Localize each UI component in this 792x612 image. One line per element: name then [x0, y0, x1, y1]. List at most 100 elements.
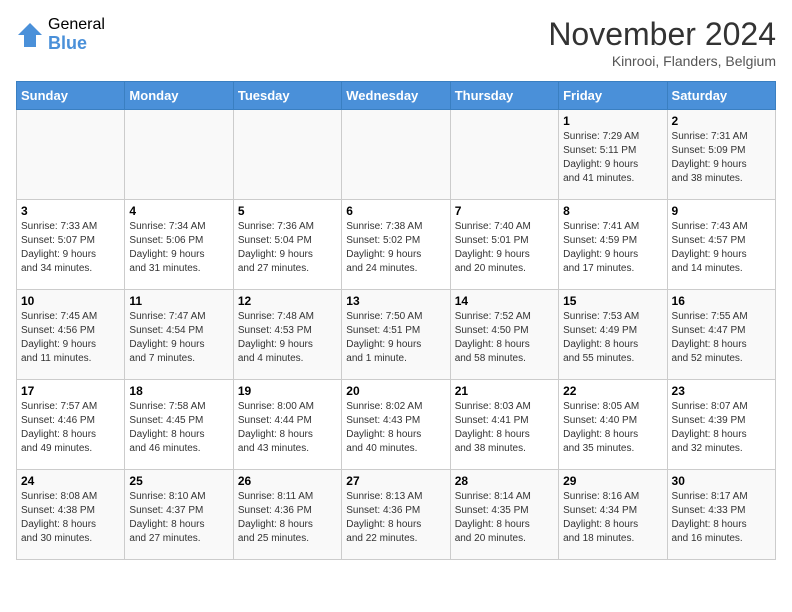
calendar-cell: 18Sunrise: 7:58 AM Sunset: 4:45 PM Dayli… [125, 380, 233, 470]
day-info: Sunrise: 7:48 AM Sunset: 4:53 PM Dayligh… [238, 310, 337, 366]
day-info: Sunrise: 8:16 AM Sunset: 4:34 PM Dayligh… [563, 490, 662, 546]
day-info: Sunrise: 7:43 AM Sunset: 4:57 PM Dayligh… [672, 220, 771, 276]
day-info: Sunrise: 8:02 AM Sunset: 4:43 PM Dayligh… [346, 400, 445, 456]
day-info: Sunrise: 7:45 AM Sunset: 4:56 PM Dayligh… [21, 310, 120, 366]
day-number: 7 [455, 204, 554, 218]
calendar-cell: 4 Sunrise: 7:34 AM Sunset: 5:06 PM Daylig… [125, 200, 233, 290]
calendar-cell: 17 Sunrise: 7:57 AM Sunset: 4:46 PM Dayli… [17, 380, 125, 470]
day-number: 12 [238, 294, 337, 308]
day-number: 23 [672, 384, 771, 398]
col-friday: Friday [559, 82, 667, 110]
logo-icon [16, 21, 44, 49]
col-thursday: Thursday [450, 82, 558, 110]
calendar-body: 1 Sunrise: 7:29 AM Sunset: 5:11 PM Daylig… [17, 110, 776, 560]
col-sunday: Sunday [17, 82, 125, 110]
calendar-cell: 29 Sunrise: 8:16 AM Sunset: 4:34 PM Dayli… [559, 470, 667, 560]
calendar-cell: 16Sunrise: 7:55 AM Sunset: 4:47 PM Dayli… [667, 290, 775, 380]
day-info: Sunrise: 7:29 AM Sunset: 5:11 PM Dayligh… [563, 130, 662, 186]
calendar-week-4: 24 Sunrise: 8:08 AM Sunset: 4:38 PM Dayli… [17, 470, 776, 560]
day-info: Sunrise: 7:41 AM Sunset: 4:59 PM Dayligh… [563, 220, 662, 276]
day-info: Sunrise: 8:05 AM Sunset: 4:40 PM Dayligh… [563, 400, 662, 456]
calendar-cell: 28 Sunrise: 8:14 AM Sunset: 4:35 PM Dayli… [450, 470, 558, 560]
day-info: Sunrise: 7:57 AM Sunset: 4:46 PM Dayligh… [21, 400, 120, 456]
day-number: 22 [563, 384, 662, 398]
day-number: 15 [563, 294, 662, 308]
calendar-week-0: 1 Sunrise: 7:29 AM Sunset: 5:11 PM Daylig… [17, 110, 776, 200]
calendar-cell: 1 Sunrise: 7:29 AM Sunset: 5:11 PM Daylig… [559, 110, 667, 200]
day-number: 25 [129, 474, 228, 488]
col-wednesday: Wednesday [342, 82, 450, 110]
day-info: Sunrise: 8:13 AM Sunset: 4:36 PM Dayligh… [346, 490, 445, 546]
calendar-cell: 10 Sunrise: 7:45 AM Sunset: 4:56 PM Dayli… [17, 290, 125, 380]
calendar-cell: 6 Sunrise: 7:38 AM Sunset: 5:02 PM Daylig… [342, 200, 450, 290]
calendar-cell: 25Sunrise: 8:10 AM Sunset: 4:37 PM Dayli… [125, 470, 233, 560]
calendar-cell: 15 Sunrise: 7:53 AM Sunset: 4:49 PM Dayli… [559, 290, 667, 380]
calendar-cell: 22 Sunrise: 8:05 AM Sunset: 4:40 PM Dayli… [559, 380, 667, 470]
col-saturday: Saturday [667, 82, 775, 110]
col-tuesday: Tuesday [233, 82, 341, 110]
day-info: Sunrise: 7:55 AM Sunset: 4:47 PM Dayligh… [672, 310, 771, 366]
calendar-cell [450, 110, 558, 200]
day-info: Sunrise: 7:33 AM Sunset: 5:07 PM Dayligh… [21, 220, 120, 276]
calendar-cell: 12 Sunrise: 7:48 AM Sunset: 4:53 PM Dayli… [233, 290, 341, 380]
day-number: 4 [129, 204, 228, 218]
calendar-cell: 3 Sunrise: 7:33 AM Sunset: 5:07 PM Daylig… [17, 200, 125, 290]
calendar-cell: 30 Sunrise: 8:17 AM Sunset: 4:33 PM Dayli… [667, 470, 775, 560]
day-number: 9 [672, 204, 771, 218]
calendar-cell: 9 Sunrise: 7:43 AM Sunset: 4:57 PM Daylig… [667, 200, 775, 290]
month-title: November 2024 [548, 16, 776, 53]
calendar-cell [233, 110, 341, 200]
calendar-header: Sunday Monday Tuesday Wednesday Thursday… [17, 82, 776, 110]
day-info: Sunrise: 7:40 AM Sunset: 5:01 PM Dayligh… [455, 220, 554, 276]
day-number: 20 [346, 384, 445, 398]
logo-general: General [48, 16, 105, 34]
calendar-cell [125, 110, 233, 200]
day-info: Sunrise: 8:07 AM Sunset: 4:39 PM Dayligh… [672, 400, 771, 456]
logo-text: General Blue [48, 16, 105, 53]
calendar-cell [342, 110, 450, 200]
day-info: Sunrise: 7:47 AM Sunset: 4:54 PM Dayligh… [129, 310, 228, 366]
day-number: 10 [21, 294, 120, 308]
day-info: Sunrise: 7:53 AM Sunset: 4:49 PM Dayligh… [563, 310, 662, 366]
day-number: 24 [21, 474, 120, 488]
day-number: 13 [346, 294, 445, 308]
day-info: Sunrise: 8:14 AM Sunset: 4:35 PM Dayligh… [455, 490, 554, 546]
day-info: Sunrise: 7:36 AM Sunset: 5:04 PM Dayligh… [238, 220, 337, 276]
day-number: 29 [563, 474, 662, 488]
calendar-cell: 13 Sunrise: 7:50 AM Sunset: 4:51 PM Dayli… [342, 290, 450, 380]
calendar-cell [17, 110, 125, 200]
day-number: 14 [455, 294, 554, 308]
page-header: General Blue November 2024 Kinrooi, Flan… [16, 16, 776, 69]
day-info: Sunrise: 7:50 AM Sunset: 4:51 PM Dayligh… [346, 310, 445, 366]
calendar-cell: 11Sunrise: 7:47 AM Sunset: 4:54 PM Dayli… [125, 290, 233, 380]
day-number: 19 [238, 384, 337, 398]
day-info: Sunrise: 7:58 AM Sunset: 4:45 PM Dayligh… [129, 400, 228, 456]
day-number: 5 [238, 204, 337, 218]
day-info: Sunrise: 7:38 AM Sunset: 5:02 PM Dayligh… [346, 220, 445, 276]
col-monday: Monday [125, 82, 233, 110]
day-info: Sunrise: 8:17 AM Sunset: 4:33 PM Dayligh… [672, 490, 771, 546]
day-number: 30 [672, 474, 771, 488]
day-number: 28 [455, 474, 554, 488]
day-number: 27 [346, 474, 445, 488]
calendar-cell: 14Sunrise: 7:52 AM Sunset: 4:50 PM Dayli… [450, 290, 558, 380]
day-number: 21 [455, 384, 554, 398]
calendar-cell: 26Sunrise: 8:11 AM Sunset: 4:36 PM Dayli… [233, 470, 341, 560]
day-number: 2 [672, 114, 771, 128]
calendar-cell: 24 Sunrise: 8:08 AM Sunset: 4:38 PM Dayli… [17, 470, 125, 560]
day-info: Sunrise: 8:08 AM Sunset: 4:38 PM Dayligh… [21, 490, 120, 546]
calendar-cell: 23 Sunrise: 8:07 AM Sunset: 4:39 PM Dayli… [667, 380, 775, 470]
calendar-cell: 27 Sunrise: 8:13 AM Sunset: 4:36 PM Dayli… [342, 470, 450, 560]
day-info: Sunrise: 8:11 AM Sunset: 4:36 PM Dayligh… [238, 490, 337, 546]
day-number: 3 [21, 204, 120, 218]
calendar-week-3: 17 Sunrise: 7:57 AM Sunset: 4:46 PM Dayli… [17, 380, 776, 470]
day-info: Sunrise: 7:34 AM Sunset: 5:06 PM Dayligh… [129, 220, 228, 276]
calendar-cell: 2Sunrise: 7:31 AM Sunset: 5:09 PM Daylig… [667, 110, 775, 200]
day-number: 8 [563, 204, 662, 218]
calendar-cell: 19Sunrise: 8:00 AM Sunset: 4:44 PM Dayli… [233, 380, 341, 470]
day-number: 6 [346, 204, 445, 218]
day-number: 1 [563, 114, 662, 128]
calendar-cell: 21Sunrise: 8:03 AM Sunset: 4:41 PM Dayli… [450, 380, 558, 470]
logo: General Blue [16, 16, 105, 53]
day-number: 17 [21, 384, 120, 398]
